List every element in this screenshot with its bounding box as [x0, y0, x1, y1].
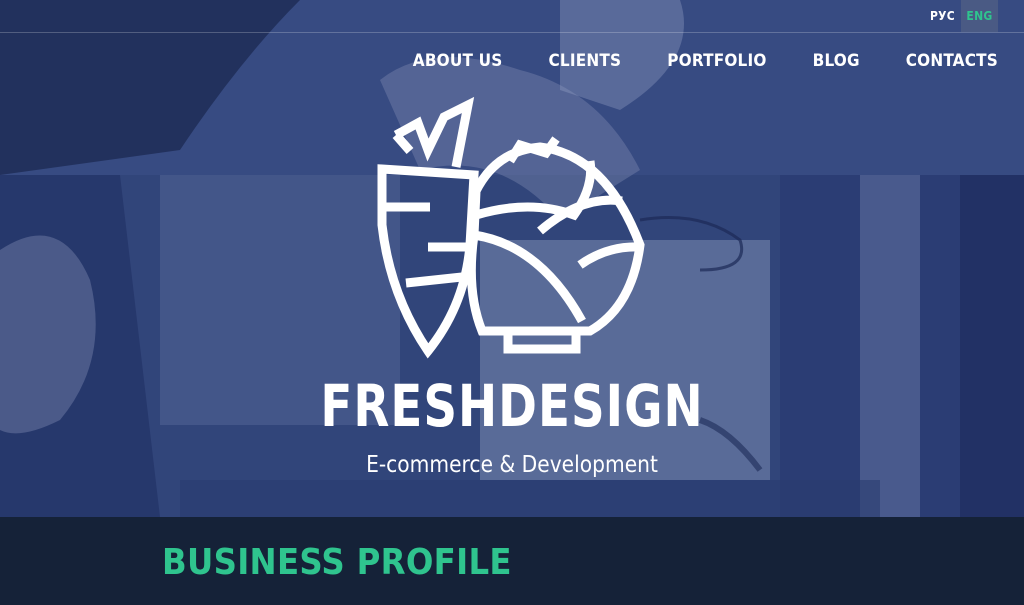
- language-switcher: РУС ENG: [924, 0, 998, 32]
- header-divider: [0, 32, 1024, 33]
- lang-ru-button[interactable]: РУС: [924, 0, 961, 32]
- carrot-artichoke-icon: [377, 96, 645, 359]
- hero-banner: РУС ENG ABOUT US CLIENTS PORTFOLIO BLOG …: [0, 0, 1024, 517]
- nav-portfolio[interactable]: PORTFOLIO: [667, 48, 766, 74]
- nav-clients[interactable]: CLIENTS: [548, 48, 621, 74]
- business-profile-section: BUSINESS PROFILE: [0, 517, 1024, 605]
- section-title: BUSINESS PROFILE: [162, 542, 512, 583]
- brand-name: FRESHDESIGN: [320, 373, 704, 441]
- main-nav: ABOUT US CLIENTS PORTFOLIO BLOG CONTACTS: [367, 48, 998, 74]
- nav-about-us[interactable]: ABOUT US: [413, 48, 503, 74]
- nav-contacts[interactable]: CONTACTS: [906, 48, 998, 74]
- brand-tagline: E-commerce & Development: [366, 452, 658, 478]
- lang-en-button[interactable]: ENG: [961, 0, 998, 32]
- nav-blog[interactable]: BLOG: [813, 48, 860, 74]
